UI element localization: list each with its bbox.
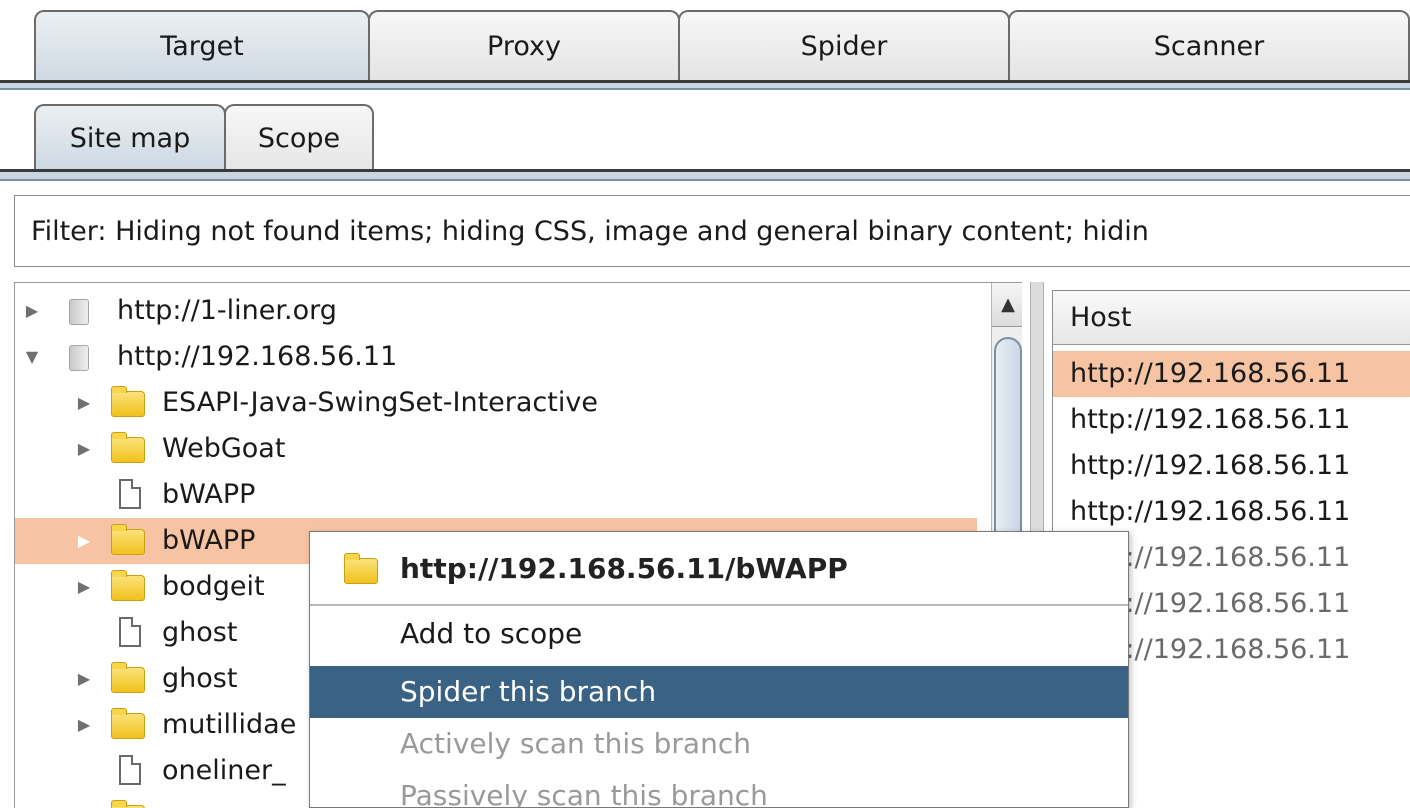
file-icon [119, 617, 141, 647]
tab-scanner[interactable]: Scanner [1008, 10, 1410, 80]
tree-node-label: mutillidae [162, 709, 297, 740]
expand-arrow-icon[interactable]: ▶ [75, 380, 93, 426]
tree-node-host[interactable]: ▼ http://192.168.56.11 [15, 334, 977, 380]
tree-node-folder[interactable]: ▶ ESAPI-Java-SwingSet-Interactive [15, 380, 977, 426]
tab-spider[interactable]: Spider [678, 10, 1010, 80]
tab-bar-accent [0, 83, 1410, 90]
folder-icon [111, 662, 145, 693]
column-header-host[interactable]: Host [1053, 291, 1410, 345]
folder-icon [111, 708, 145, 739]
folder-icon [111, 570, 145, 601]
tool-tab-bar: Target Proxy Spider Scanner [0, 0, 1410, 92]
filter-bar[interactable]: Filter: Hiding not found items; hiding C… [14, 195, 1410, 267]
collapse-arrow-icon[interactable]: ▼ [23, 334, 41, 380]
subtab-bar-accent [0, 172, 1410, 181]
tree-node-file[interactable]: bWAPP [15, 472, 977, 518]
tree-node-label: ghost [162, 663, 238, 694]
expand-arrow-icon[interactable]: ▶ [23, 288, 41, 334]
tree-node-label: bodgeit [162, 571, 265, 602]
tree-node-folder[interactable]: ▶ WebGoat [15, 426, 977, 472]
tree-node-label: oneliner_ [162, 755, 286, 786]
tree-node-label: ghost [162, 617, 238, 648]
folder-icon [111, 524, 145, 555]
table-row[interactable]: http://192.168.56.11 [1053, 351, 1410, 397]
folder-icon [111, 432, 145, 463]
table-row[interactable]: http://192.168.56.11 [1053, 443, 1410, 489]
context-menu-title: http://192.168.56.11/bWAPP [400, 552, 848, 585]
tree-node-label: ESAPI-Java-SwingSet-Interactive [162, 387, 598, 418]
expand-arrow-icon[interactable]: ▶ [75, 656, 93, 702]
file-icon [119, 755, 141, 785]
table-row[interactable]: http://192.168.56.11 [1053, 489, 1410, 535]
expand-arrow-icon[interactable]: ▶ [75, 426, 93, 472]
context-menu-header: http://192.168.56.11/bWAPP [310, 532, 1128, 606]
expand-arrow-icon[interactable]: ▶ [75, 518, 93, 564]
menu-item-add-to-scope[interactable]: Add to scope [310, 608, 1128, 660]
tree-node-label: http://1-liner.org [117, 295, 337, 326]
file-icon [119, 479, 141, 509]
tab-site-map[interactable]: Site map [34, 104, 226, 170]
tree-node-label: WebGoat [162, 433, 286, 464]
tree-node-host[interactable]: ▶ http://1-liner.org [15, 288, 977, 334]
folder-icon [344, 553, 378, 584]
tab-scope[interactable]: Scope [224, 104, 374, 170]
context-menu: http://192.168.56.11/bWAPP Add to scope … [309, 531, 1129, 808]
tab-target[interactable]: Target [34, 10, 370, 80]
table-row[interactable]: http://192.168.56.11 [1053, 397, 1410, 443]
tree-node-label: bWAPP [162, 525, 256, 556]
folder-icon [111, 386, 145, 417]
tree-node-label: http://192.168.56.11 [117, 341, 398, 372]
host-icon [69, 345, 89, 371]
tree-node-label: bWAPP [162, 479, 256, 510]
menu-item-spider-branch[interactable]: Spider this branch [310, 666, 1128, 718]
expand-arrow-icon[interactable]: ▶ [75, 702, 93, 748]
tab-proxy[interactable]: Proxy [368, 10, 680, 80]
scroll-up-arrow-icon[interactable]: ▲ [992, 283, 1022, 327]
menu-item-active-scan: Actively scan this branch [400, 727, 751, 760]
host-icon [69, 299, 89, 325]
menu-item-passive-scan: Passively scan this branch [400, 779, 768, 808]
expand-arrow-icon[interactable]: ▶ [75, 794, 93, 808]
expand-arrow-icon[interactable]: ▶ [75, 564, 93, 610]
